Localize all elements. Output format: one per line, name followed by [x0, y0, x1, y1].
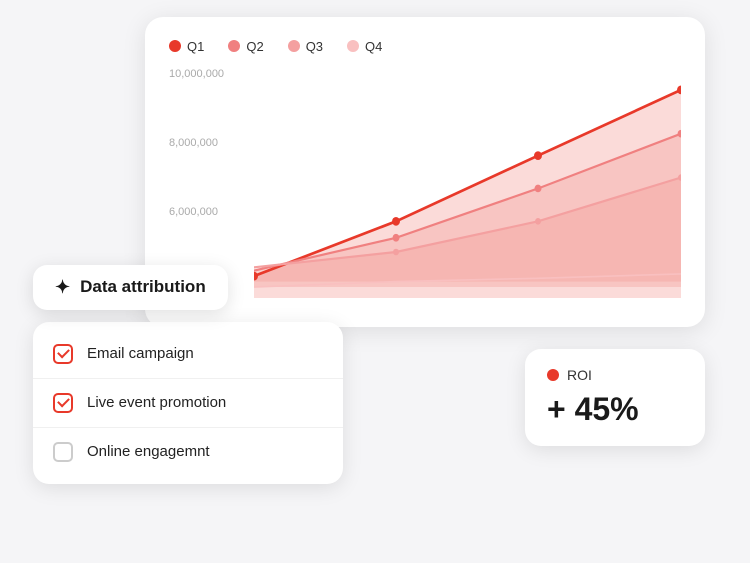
legend-dot — [347, 40, 359, 52]
chart-y-label: 6,000,000 — [169, 206, 224, 218]
roi-label-text: ROI — [567, 367, 592, 383]
chart-svg-area — [254, 68, 681, 298]
chart-card: Q1 Q2 Q3 Q4 10,000,000 8,000,000 6,000,000… — [145, 17, 705, 327]
checkbox[interactable] — [53, 344, 73, 364]
checklist-card: Email campaign Live event promotion Online… — [33, 322, 343, 484]
checklist-item[interactable]: Email campaign — [33, 330, 343, 379]
legend-label: Q3 — [306, 39, 323, 54]
checkbox[interactable] — [53, 393, 73, 413]
legend-label: Q4 — [365, 39, 382, 54]
legend-item-q4: Q4 — [347, 39, 382, 54]
legend-label: Q2 — [246, 39, 263, 54]
data-attribution-label: Data attribution — [80, 277, 206, 297]
roi-dot — [547, 369, 559, 381]
roi-value: + 45% — [547, 391, 683, 428]
chart-legend: Q1 Q2 Q3 Q4 — [169, 39, 681, 54]
chart-y-labels: 10,000,0008,000,0006,000,0004,000,000 — [169, 68, 224, 298]
chart-area: 10,000,0008,000,0006,000,0004,000,000 — [169, 68, 681, 298]
scene: Q1 Q2 Q3 Q4 10,000,000 8,000,000 6,000,000… — [15, 17, 735, 547]
legend-dot — [228, 40, 240, 52]
checklist-item[interactable]: Live event promotion — [33, 379, 343, 428]
checklist-item[interactable]: Online engagemnt — [33, 428, 343, 476]
legend-item-q1: Q1 — [169, 39, 204, 54]
checkbox[interactable] — [53, 442, 73, 462]
legend-item-q2: Q2 — [228, 39, 263, 54]
data-attribution-badge: ✦ Data attribution — [33, 265, 228, 310]
checklist-item-label: Online engagemnt — [87, 443, 210, 460]
chart-y-label: 10,000,000 — [169, 68, 224, 80]
legend-dot — [288, 40, 300, 52]
checklist-item-label: Email campaign — [87, 345, 194, 362]
roi-card: ROI + 45% — [525, 349, 705, 446]
checklist-item-label: Live event promotion — [87, 394, 226, 411]
legend-dot — [169, 40, 181, 52]
legend-label: Q1 — [187, 39, 204, 54]
sparkle-icon: ✦ — [55, 277, 70, 298]
roi-label-row: ROI — [547, 367, 683, 383]
legend-item-q3: Q3 — [288, 39, 323, 54]
chart-y-label: 8,000,000 — [169, 137, 224, 149]
